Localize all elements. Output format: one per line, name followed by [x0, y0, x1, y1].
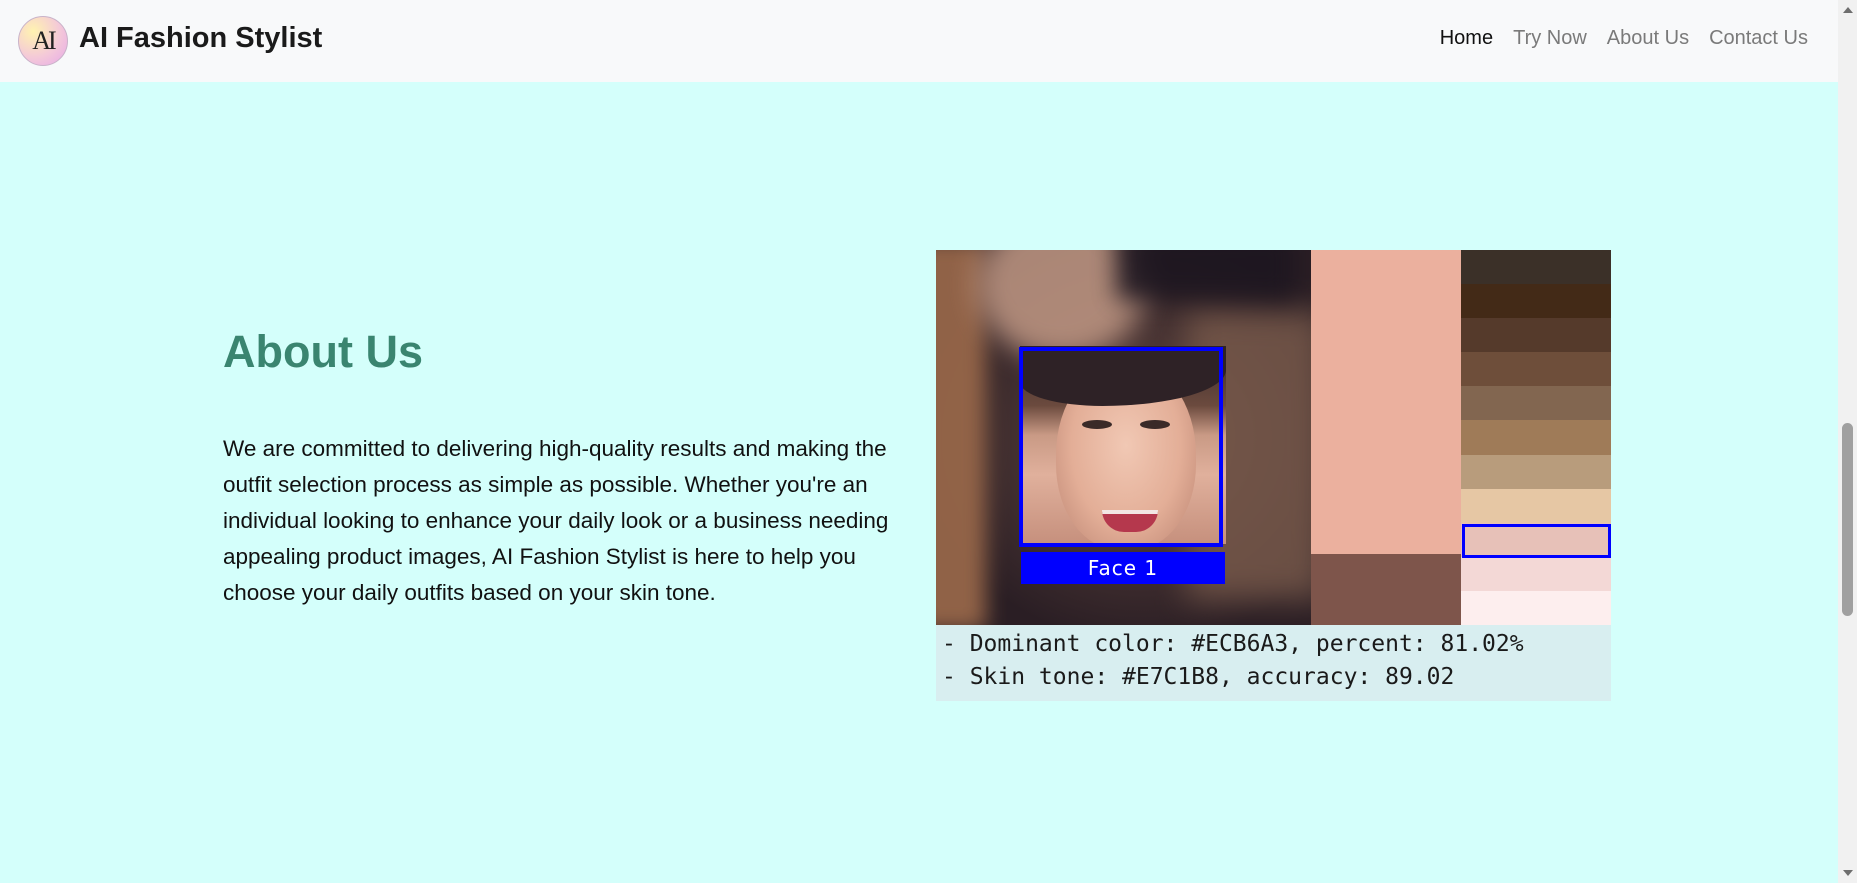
about-heading: About Us: [223, 326, 423, 377]
skin-tone-line: - Skin tone: #E7C1B8, accuracy: 89.02: [942, 664, 1455, 690]
dominant-color-line: - Dominant color: #ECB6A3, percent: 81.0…: [942, 631, 1524, 657]
palette-swatch: [1461, 352, 1611, 387]
face-bounding-box: [1019, 347, 1223, 547]
nav-try-now[interactable]: Try Now: [1513, 27, 1587, 50]
secondary-color-swatch: [1311, 554, 1461, 625]
navbar: AI AI Fashion Stylist Home Try Now About…: [0, 0, 1838, 82]
palette-swatch: [1461, 386, 1611, 421]
scroll-down-arrow-icon[interactable]: [1843, 870, 1853, 876]
nav-about-us[interactable]: About Us: [1607, 27, 1689, 50]
palette-swatch: [1461, 420, 1611, 456]
palette-swatch: [1461, 556, 1611, 592]
dominant-color-swatch: [1311, 250, 1461, 554]
palette-swatch: [1461, 454, 1611, 490]
palette-swatch: [1461, 318, 1611, 353]
skin-tone-palette: [1461, 250, 1611, 626]
brand-name[interactable]: AI Fashion Stylist: [79, 22, 322, 55]
palette-swatch: [1461, 284, 1611, 319]
about-paragraph: We are committed to delivering high-qual…: [223, 436, 889, 605]
skin-tone-analysis-image: Face 1 - Dominant color: #ECB6A3, percen…: [936, 250, 1611, 701]
palette-swatch: [1461, 488, 1611, 524]
nav-links: Home Try Now About Us Contact Us: [1440, 27, 1808, 50]
face-label: Face 1: [1021, 552, 1225, 584]
nav-contact-us[interactable]: Contact Us: [1709, 27, 1808, 50]
brand-logo[interactable]: AI: [18, 16, 68, 66]
scrollbar-thumb[interactable]: [1842, 423, 1853, 616]
selected-skin-tone-highlight: [1462, 523, 1611, 558]
page: AI AI Fashion Stylist Home Try Now About…: [0, 0, 1838, 883]
palette-swatch: [1461, 590, 1611, 626]
analysis-results: - Dominant color: #ECB6A3, percent: 81.0…: [936, 625, 1611, 701]
palette-swatch: [1461, 250, 1611, 285]
scroll-up-arrow-icon[interactable]: [1843, 7, 1853, 13]
page-scrollbar[interactable]: [1838, 0, 1857, 883]
nav-home[interactable]: Home: [1440, 27, 1493, 50]
face-photo: Face 1: [936, 250, 1311, 625]
